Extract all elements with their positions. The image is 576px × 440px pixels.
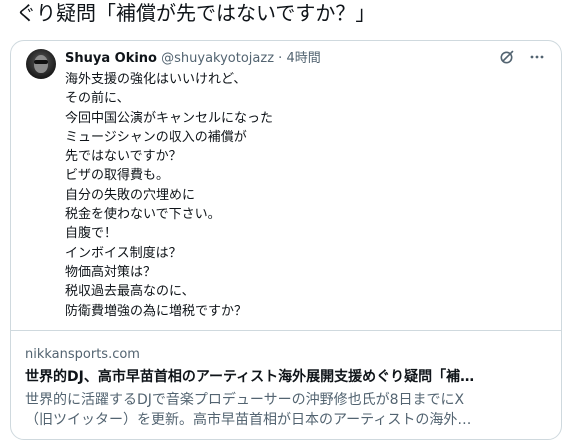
link-description-line: （旧ツイッター）を更新。高市早苗首相が日本のアーティストの海外…	[25, 412, 472, 428]
separator-dot: ·	[278, 51, 283, 66]
link-preview[interactable]: nikkansports.com 世界的DJ、高市早苗首相のアーティスト海外展開…	[11, 331, 561, 439]
avatar-face	[34, 55, 48, 73]
quoted-tweet-card[interactable]: Shuya Okino @shuyakyotojazz · 4時間 海外支援の強…	[10, 40, 562, 440]
tweet-line: 自分の失敗の穴埋めに	[65, 187, 196, 203]
link-title: 世界的DJ、高市早苗首相のアーティスト海外展開支援めぐり疑問「補…	[25, 369, 475, 385]
avatar[interactable]	[26, 49, 56, 79]
author-handle[interactable]: @shuyakyotojazz	[161, 51, 274, 66]
tweet-line: 税金を使わないで下さい。	[65, 207, 221, 223]
tweet-line: ミュージシャンの収入の補償が	[65, 129, 247, 145]
tweet-line: 先ではないですか？	[65, 149, 182, 165]
quoted-tweet[interactable]: Shuya Okino @shuyakyotojazz · 4時間 海外支援の強…	[11, 41, 561, 331]
tweet-line: 海外支援の強化はいいけれど、	[65, 72, 247, 87]
tweet-header: Shuya Okino @shuyakyotojazz · 4時間	[65, 50, 321, 68]
avatar-sunglasses	[34, 60, 48, 64]
tweet-header-actions	[497, 47, 547, 67]
headline-text: ぐり疑問「補償が先ではないですか？」	[16, 1, 376, 25]
tweet-line: その前に、	[65, 91, 130, 107]
link-description: 世界的に活躍するDJで音楽プロデューサーの沖野修也氏が8日までにX （旧ツイッタ…	[25, 390, 545, 430]
more-options-icon[interactable]	[527, 47, 547, 67]
tweet-line: ビザの取得費も。	[65, 168, 170, 184]
link-domain: nikkansports.com	[25, 347, 140, 362]
author-name[interactable]: Shuya Okino	[65, 51, 157, 66]
tweet-line: インボイス制度は？	[65, 245, 182, 261]
tweet-line: 物価高対策は？	[65, 264, 157, 280]
link-description-line: 世界的に活躍するDJで音楽プロデューサーの沖野修也氏が8日までにX	[25, 392, 465, 408]
tweet-time[interactable]: 4時間	[286, 51, 320, 66]
tweet-line: 自腹で！	[65, 226, 118, 242]
tweet-text: 海外支援の強化はいいけれど、 その前に、 今回中国公演がキャンセルになった ミュ…	[65, 70, 525, 321]
grok-icon[interactable]	[497, 47, 517, 67]
tweet-line: 税収過去最高なのに、	[65, 284, 195, 300]
tweet-line: 防衛費増強の為に増税ですか？	[65, 303, 248, 319]
tweet-line: 今回中国公演がキャンセルになった	[65, 110, 274, 126]
